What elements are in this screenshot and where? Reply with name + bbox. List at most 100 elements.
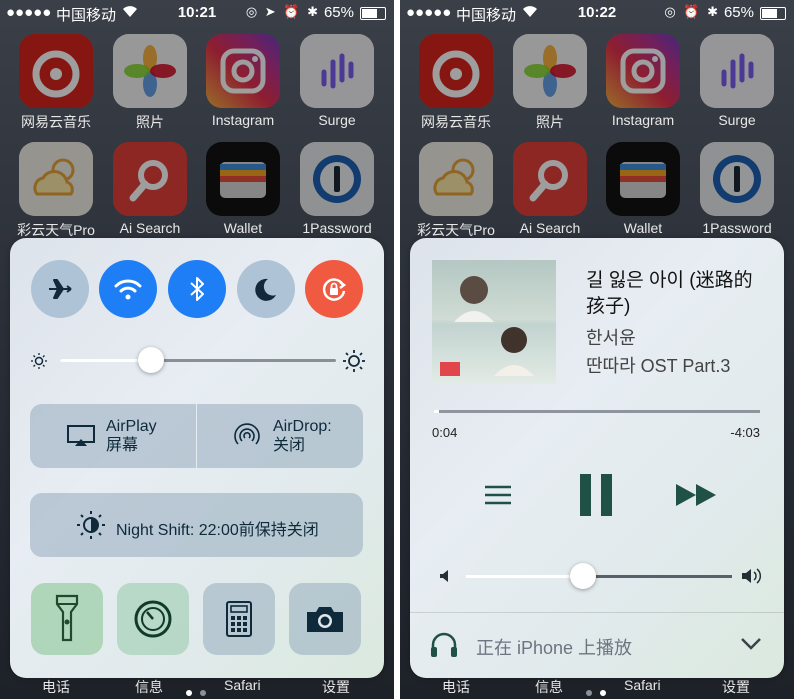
netease-music-icon	[19, 34, 93, 108]
app-netease-music[interactable]: 网易云音乐	[416, 34, 496, 132]
app-photos[interactable]: 照片	[110, 34, 190, 132]
airplane-mode-toggle[interactable]	[31, 260, 89, 318]
timer-icon	[134, 600, 172, 638]
camera-icon	[307, 607, 343, 632]
battery-percent: 65%	[723, 4, 754, 21]
app-caiyun-weather[interactable]: 彩云天气Pro	[16, 142, 96, 240]
wifi-icon	[114, 279, 142, 300]
time-elapsed: 0:04	[432, 425, 458, 440]
fast-forward-icon[interactable]	[674, 482, 718, 508]
ai-search-icon	[513, 142, 587, 216]
app-instagram[interactable]: Instagram	[203, 34, 283, 128]
app-label: 网易云音乐	[421, 114, 491, 130]
dock-label-safari[interactable]: Safari	[224, 677, 261, 693]
app-surge[interactable]: Surge	[697, 34, 777, 128]
playlist-icon[interactable]	[484, 484, 512, 506]
app-wallet[interactable]: Wallet	[203, 142, 283, 236]
chevron-down-icon[interactable]	[740, 637, 762, 651]
photos-icon	[113, 34, 187, 108]
rotation-lock-toggle[interactable]	[305, 260, 363, 318]
page-indicator[interactable]	[182, 683, 210, 699]
status-bar: ●●●●● 中国移动 10:22 ◎ ⏰ ✱ 65%	[400, 0, 794, 26]
airdrop-button[interactable]: AirDrop: 关闭	[197, 404, 363, 468]
battery-icon	[360, 7, 386, 20]
app-label: 1Password	[302, 220, 372, 236]
album-art	[432, 260, 556, 384]
divider	[410, 612, 784, 613]
app-caiyun-weather[interactable]: 彩云天气Pro	[416, 142, 496, 240]
app-label: Instagram	[211, 112, 275, 128]
app-netease-music[interactable]: 网易云音乐	[16, 34, 96, 132]
volume-slider-thumb[interactable]	[570, 563, 597, 589]
night-shift-icon	[77, 511, 105, 539]
volume-low-icon	[440, 570, 448, 582]
app-label: 照片	[136, 114, 164, 130]
camera-button[interactable]	[289, 583, 361, 655]
flashlight-button[interactable]	[31, 583, 103, 655]
app-label: Surge	[318, 112, 356, 128]
dock-label-settings[interactable]: 设置	[322, 677, 350, 697]
playback-progress-bar[interactable]	[434, 410, 760, 413]
now-playing-panel: 길 잃은 아이 (迷路的孩子) 한서윤 딴따라 OST Part.3 0:04 …	[410, 238, 784, 678]
app-1password[interactable]: 1Password	[297, 142, 377, 236]
brightness-high-icon	[343, 350, 365, 372]
now-playing-screen: ●●●●● 中国移动 10:22 ◎ ⏰ ✱ 65% 网易云音乐 照片 Inst…	[400, 0, 794, 699]
app-label: Ai Search	[119, 220, 181, 236]
app-surge[interactable]: Surge	[297, 34, 377, 128]
song-album: 딴따라 OST Part.3	[586, 356, 731, 376]
timer-button[interactable]	[117, 583, 189, 655]
surge-icon	[700, 34, 774, 108]
do-not-disturb-toggle[interactable]	[237, 260, 295, 318]
instagram-icon	[606, 34, 680, 108]
wifi-toggle[interactable]	[99, 260, 157, 318]
app-label: Wallet	[623, 220, 663, 236]
photos-icon	[513, 34, 587, 108]
airdrop-label: AirDrop:	[273, 418, 332, 435]
app-label: 彩云天气Pro	[17, 222, 95, 238]
app-label: 1Password	[702, 220, 772, 236]
brightness-slider-thumb[interactable]	[138, 347, 165, 373]
1password-icon	[300, 142, 374, 216]
app-label: 照片	[536, 114, 564, 130]
night-shift-button[interactable]: Night Shift: 22:00前保持关闭	[30, 493, 363, 557]
calculator-button[interactable]	[203, 583, 275, 655]
app-wallet[interactable]: Wallet	[603, 142, 683, 236]
app-ai-search[interactable]: Ai Search	[510, 142, 590, 236]
brightness-low-icon	[31, 353, 47, 369]
bluetooth-toggle[interactable]	[168, 260, 226, 318]
brightness-control	[30, 346, 366, 376]
app-instagram[interactable]: Instagram	[603, 34, 683, 128]
app-label: Instagram	[611, 112, 675, 128]
app-1password[interactable]: 1Password	[697, 142, 777, 236]
wallet-icon	[606, 142, 680, 216]
rotation-lock-icon	[322, 278, 347, 301]
status-icons: ◎ ➤ ⏰ ✱	[245, 4, 320, 19]
caiyun-weather-icon	[19, 142, 93, 216]
status-icons: ◎ ⏰ ✱	[664, 4, 720, 19]
airplay-button[interactable]: AirPlay 屏幕	[30, 404, 196, 468]
pause-icon[interactable]	[578, 472, 614, 518]
airdrop-sublabel: 关闭	[273, 437, 306, 454]
audio-output-label[interactable]: 正在 iPhone 上播放	[476, 634, 632, 660]
ai-search-icon	[113, 142, 187, 216]
app-photos[interactable]: 照片	[510, 34, 590, 132]
dock-label-phone[interactable]: 电话	[42, 677, 70, 697]
control-center-panel: AirPlay 屏幕 AirDrop: 关闭 Night Shift: 22:0…	[10, 238, 384, 678]
volume-slider[interactable]	[466, 563, 732, 589]
airplay-label: AirPlay	[106, 418, 157, 435]
airplane-icon	[49, 279, 72, 299]
dock-label-phone[interactable]: 电话	[442, 677, 470, 697]
flashlight-icon	[55, 594, 79, 642]
dock-label-safari[interactable]: Safari	[624, 677, 661, 693]
page-indicator[interactable]	[582, 683, 610, 699]
song-title: 길 잃은 아이 (迷路的孩子)	[586, 270, 753, 317]
dock-label-settings[interactable]: 设置	[722, 677, 750, 697]
app-label: 彩云天气Pro	[417, 222, 495, 238]
app-ai-search[interactable]: Ai Search	[110, 142, 190, 236]
surge-icon	[300, 34, 374, 108]
night-shift-label: Night Shift: 22:00前保持关闭	[116, 522, 319, 539]
calculator-icon	[226, 601, 252, 637]
dock-label-messages[interactable]: 信息	[535, 677, 563, 697]
dock-label-messages[interactable]: 信息	[135, 677, 163, 697]
brightness-slider[interactable]	[60, 347, 336, 373]
